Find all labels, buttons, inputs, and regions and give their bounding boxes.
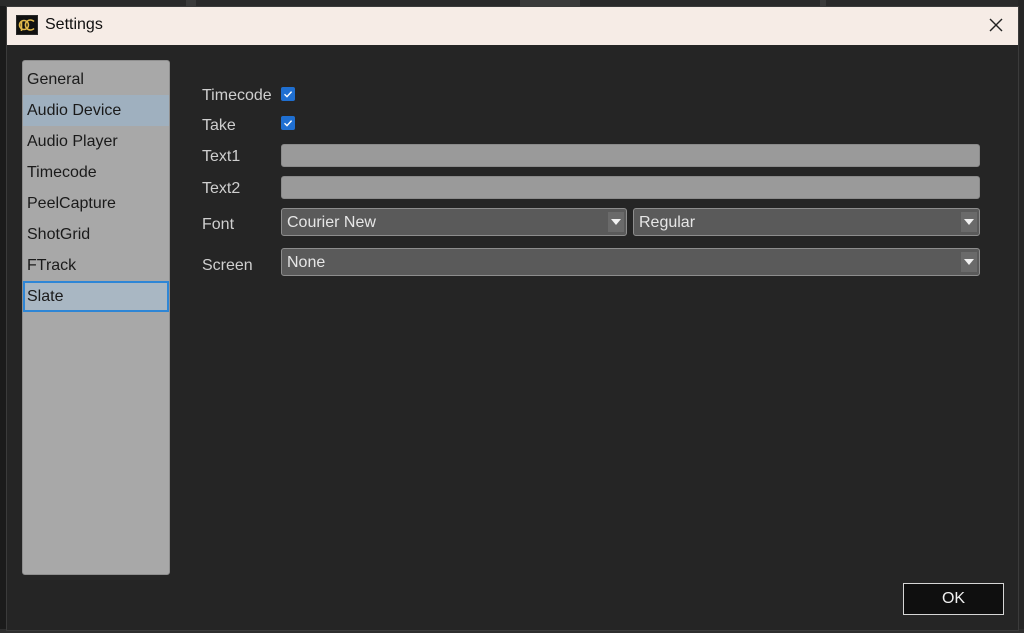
screen-label: Screen bbox=[202, 257, 253, 274]
chevron-down-icon bbox=[961, 252, 977, 272]
checkmark-icon bbox=[284, 91, 293, 98]
chevron-down-icon bbox=[961, 212, 977, 232]
screen-value: None bbox=[287, 254, 326, 271]
sidebar-item-slate[interactable]: Slate bbox=[23, 281, 169, 312]
text1-input[interactable] bbox=[281, 144, 980, 167]
font-family-dropdown[interactable]: Courier New bbox=[281, 208, 627, 236]
window-title: Settings bbox=[45, 16, 103, 33]
sidebar-item-ftrack[interactable]: FTrack bbox=[23, 250, 169, 281]
close-icon bbox=[989, 15, 1003, 38]
ok-button[interactable]: OK bbox=[903, 583, 1004, 615]
screen-dropdown[interactable]: None bbox=[281, 248, 980, 276]
font-family-value: Courier New bbox=[287, 214, 376, 231]
settings-category-list[interactable]: General Audio Device Audio Player Timeco… bbox=[22, 60, 170, 575]
chevron-down-icon bbox=[608, 212, 624, 232]
timecode-checkbox[interactable] bbox=[281, 87, 295, 101]
text1-label: Text1 bbox=[202, 148, 241, 165]
sidebar-item-audio-player[interactable]: Audio Player bbox=[23, 126, 169, 157]
close-button[interactable] bbox=[974, 7, 1018, 45]
sidebar-item-shotgrid[interactable]: ShotGrid bbox=[23, 219, 169, 250]
text2-input[interactable] bbox=[281, 176, 980, 199]
font-style-value: Regular bbox=[639, 214, 696, 231]
font-style-dropdown[interactable]: Regular bbox=[633, 208, 980, 236]
sidebar-item-peelcapture[interactable]: PeelCapture bbox=[23, 188, 169, 219]
text2-label: Text2 bbox=[202, 180, 241, 197]
take-label: Take bbox=[202, 117, 236, 134]
settings-dialog: Settings General Audio Device Audio Play… bbox=[6, 6, 1019, 631]
font-label: Font bbox=[202, 216, 235, 233]
sidebar-item-timecode[interactable]: Timecode bbox=[23, 157, 169, 188]
sidebar-item-audio-device[interactable]: Audio Device bbox=[23, 95, 169, 126]
title-bar[interactable]: Settings bbox=[7, 7, 1018, 45]
checkmark-icon bbox=[284, 120, 293, 127]
sidebar-item-general[interactable]: General bbox=[23, 64, 169, 95]
app-logo-icon bbox=[16, 15, 38, 35]
timecode-label: Timecode bbox=[202, 87, 272, 104]
take-checkbox[interactable] bbox=[281, 116, 295, 130]
